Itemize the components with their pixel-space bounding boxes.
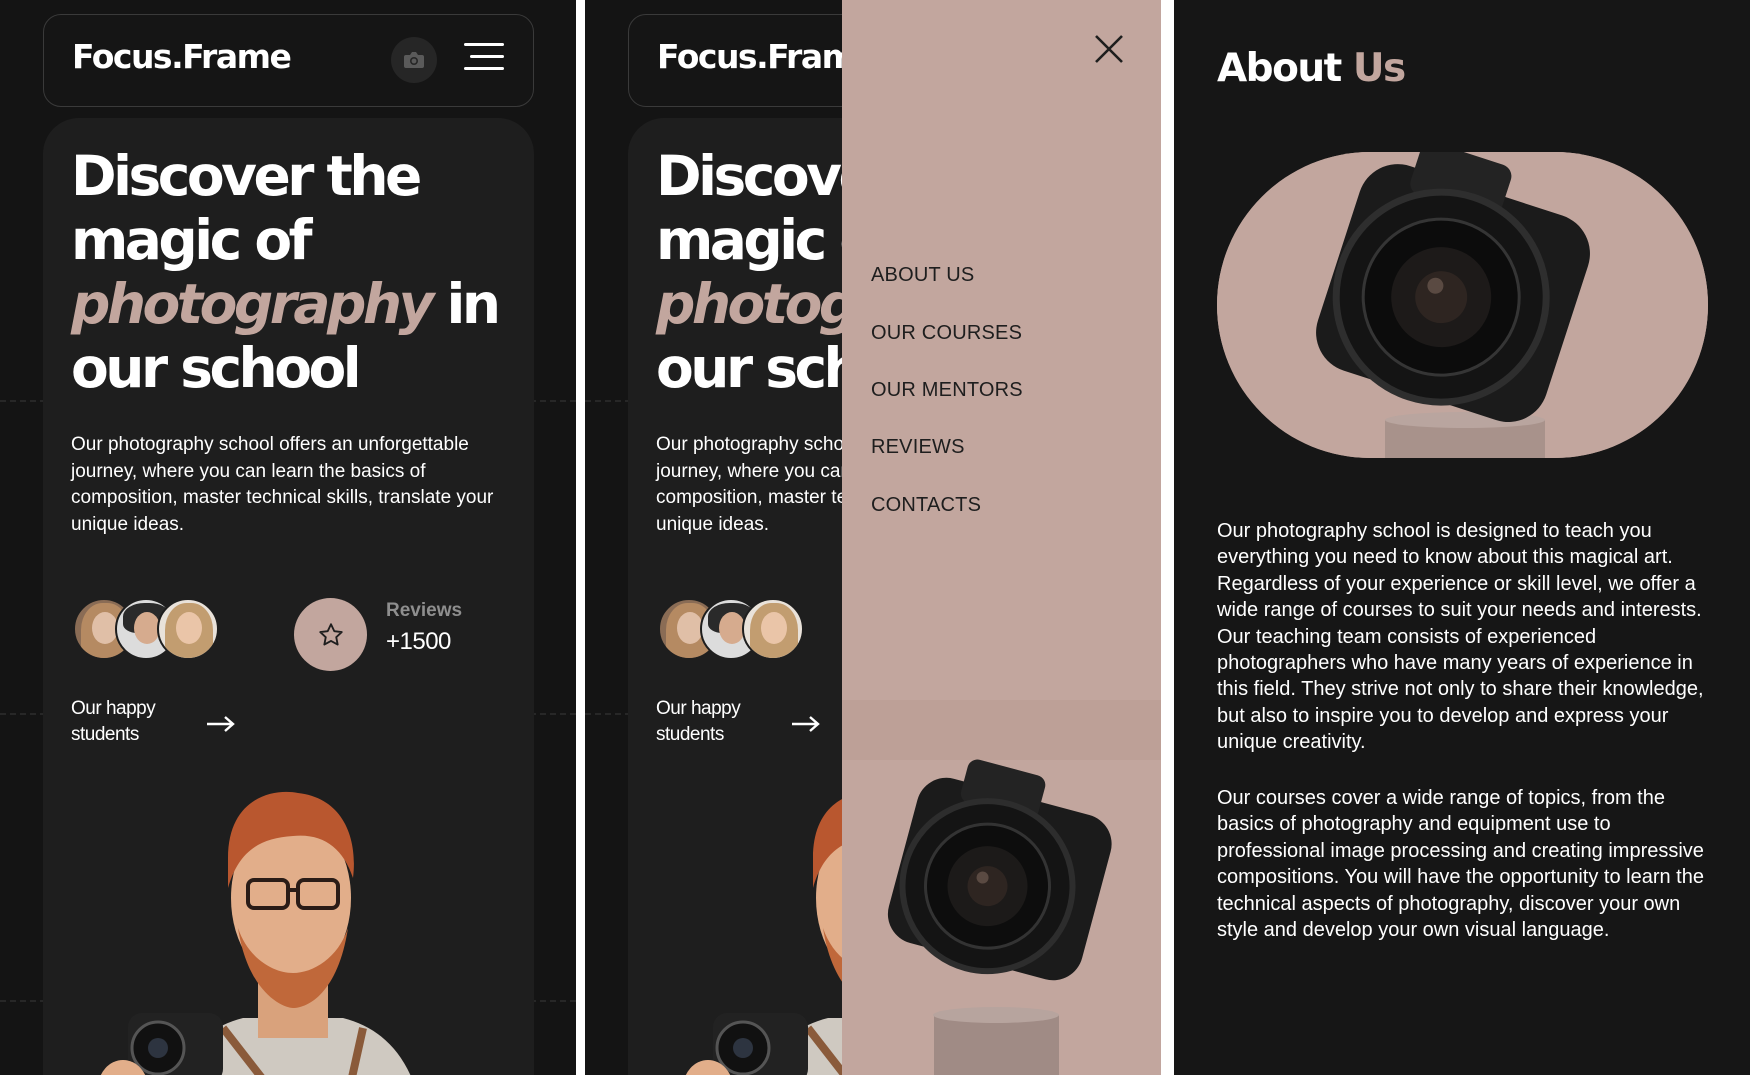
happy-students-label: Our happy students: [656, 698, 741, 745]
navigation-menu: ABOUT US OUR COURSES OUR MENTORS REVIEWS…: [842, 0, 1161, 1075]
about-title: About Us: [1217, 46, 1406, 91]
menu-open-screen: Focus.Frame Discover the magic of photog…: [585, 0, 1161, 1075]
home-screen: Focus.Frame Discover the magic of photog…: [0, 0, 576, 1075]
about-camera-photo: [1217, 152, 1708, 458]
about-paragraph-2: Our courses cover a wide range of topics…: [1217, 787, 1704, 942]
site-header: Focus.Frame: [43, 14, 534, 107]
student-avatars: [73, 598, 223, 662]
camera-icon: [404, 52, 424, 68]
avatar: [157, 598, 219, 660]
student-avatars: [658, 598, 808, 662]
star-icon: [318, 622, 343, 645]
happy-students-label: Our happy students: [71, 698, 156, 745]
arrow-right-icon[interactable]: [206, 714, 236, 734]
close-icon[interactable]: [1092, 32, 1126, 66]
about-paragraph-1: Our photography school is designed to te…: [1217, 520, 1704, 754]
hamburger-menu-icon[interactable]: [464, 43, 506, 73]
reviews-count: +1500: [386, 628, 451, 655]
hero-headline: Discover the magic of photography in our…: [71, 144, 501, 400]
hero-lead-text: Our photography school offers an unforge…: [71, 434, 494, 535]
nav-item-our-mentors[interactable]: OUR MENTORS: [871, 379, 1023, 402]
logo[interactable]: Focus.Frame: [72, 37, 292, 76]
photographer-photo: [43, 758, 534, 1075]
nav-item-contacts[interactable]: CONTACTS: [871, 494, 981, 517]
reviews-label: Reviews: [386, 600, 463, 621]
camera-button[interactable]: [391, 37, 437, 83]
nav-item-our-courses[interactable]: OUR COURSES: [871, 322, 1022, 345]
nav-item-about-us[interactable]: ABOUT US: [871, 264, 974, 287]
nav-item-reviews[interactable]: REVIEWS: [871, 436, 965, 459]
reviews-button[interactable]: [294, 598, 367, 671]
hero-card: Discover the magic of photography in our…: [43, 118, 534, 1075]
camera-photo: [842, 700, 1161, 1075]
about-us-screen: About Us Our photography school is desig…: [1174, 0, 1750, 1075]
arrow-right-icon[interactable]: [791, 714, 821, 734]
avatar: [742, 598, 804, 660]
